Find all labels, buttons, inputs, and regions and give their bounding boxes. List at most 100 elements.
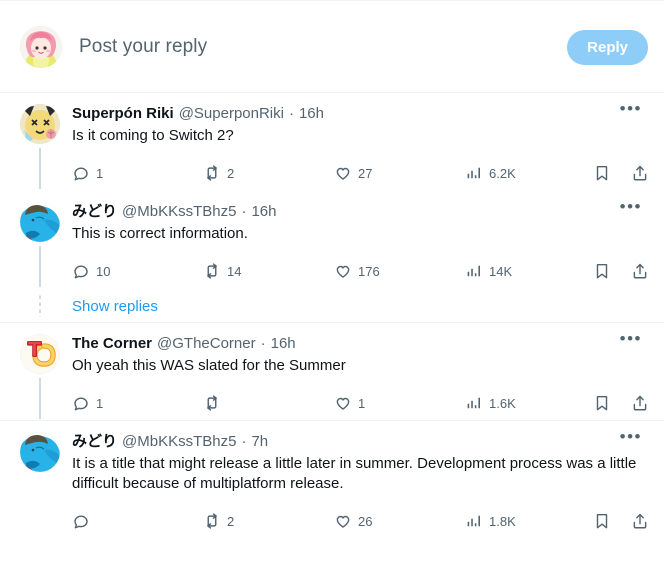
author-name[interactable]: The Corner <box>72 334 152 354</box>
author-handle[interactable]: @MbKKssTBhz5 <box>122 202 236 222</box>
more-options-icon[interactable]: ••• <box>614 100 648 117</box>
tweet-text: Oh yeah this WAS slated for the Summer <box>72 357 346 374</box>
bookmark-action[interactable] <box>593 164 611 182</box>
heart-icon <box>336 515 350 528</box>
author-name[interactable]: Superpón Riki <box>72 104 174 124</box>
tweet-header: Superpón Riki @SuperponRiki · 16h ••• <box>72 100 648 124</box>
meta-separator: · <box>260 335 266 352</box>
pink-haired-anime-girl-avatar <box>20 26 62 68</box>
author-name[interactable]: みどり <box>72 432 117 452</box>
avatar[interactable] <box>20 202 60 242</box>
meta-separator: · <box>241 203 247 220</box>
share-action[interactable] <box>631 512 649 530</box>
author-handle[interactable]: @MbKKssTBhz5 <box>122 432 236 452</box>
reply-action[interactable] <box>72 512 102 530</box>
reply-action[interactable]: 1 <box>72 394 103 412</box>
show-replies-row[interactable]: Show replies <box>0 289 664 323</box>
retweet-icon <box>207 263 217 279</box>
retweet-action[interactable]: 14 <box>203 262 241 280</box>
reply-count: 1 <box>96 165 104 181</box>
thread-connector-line <box>39 378 41 419</box>
share-action[interactable] <box>631 262 649 280</box>
tweet-item[interactable]: The Corner @GTheCorner · 16h ••• Oh yeah… <box>0 323 664 421</box>
author-handle[interactable]: @SuperponRiki <box>179 104 284 124</box>
like-count: 176 <box>358 263 380 279</box>
timestamp[interactable]: 16h <box>251 202 276 222</box>
like-count: 26 <box>358 513 373 529</box>
retweet-count: 14 <box>227 263 242 279</box>
views-action[interactable]: 14K <box>465 262 512 280</box>
share-upload-icon <box>633 395 647 411</box>
share-action[interactable] <box>631 394 649 412</box>
views-action[interactable]: 1.6K <box>465 394 516 412</box>
reply-count: 10 <box>96 263 111 279</box>
like-action[interactable]: 176 <box>334 262 380 280</box>
retweet-icon <box>207 513 217 529</box>
avatar-gutter <box>20 432 60 537</box>
tweet-action-bar: 10 14 176 14K <box>72 255 648 287</box>
tweet-body: The Corner @GTheCorner · 16h ••• Oh yeah… <box>60 330 652 419</box>
views-action[interactable]: 1.8K <box>465 512 516 530</box>
avatar[interactable] <box>20 334 60 374</box>
bookmark-action[interactable] <box>593 394 611 412</box>
tweet-text: It is a title that might release a littl… <box>72 455 641 492</box>
tweet-item[interactable]: みどり @MbKKssTBhz5 · 16h ••• This is corre… <box>0 191 664 289</box>
retweet-count: 2 <box>227 513 235 529</box>
bookmark-icon <box>596 263 608 279</box>
thread-dotted-gutter <box>20 295 60 317</box>
avatar[interactable] <box>20 104 60 144</box>
like-action[interactable]: 26 <box>334 512 372 530</box>
views-action[interactable]: 6.2K <box>465 164 516 182</box>
timestamp[interactable]: 16h <box>271 334 296 354</box>
tweet-item[interactable]: みどり @MbKKssTBhz5 · 7h ••• It is a title … <box>0 421 664 539</box>
bookmark-action[interactable] <box>593 262 611 280</box>
reply-bubble-icon <box>74 265 88 279</box>
pokemon-scribble-avatar <box>20 104 60 144</box>
timestamp[interactable]: 7h <box>251 432 268 452</box>
blue-anime-character-avatar <box>20 202 60 242</box>
like-action[interactable]: 27 <box>334 164 372 182</box>
tc-logo-avatar <box>20 334 60 374</box>
show-replies-link[interactable]: Show replies <box>72 298 158 315</box>
compose-placeholder-text[interactable]: Post your reply <box>79 36 567 58</box>
reply-button[interactable]: Reply <box>567 29 648 65</box>
author-handle[interactable]: @GTheCorner <box>157 334 256 354</box>
reply-bubble-icon <box>74 515 88 529</box>
views-count: 6.2K <box>489 165 516 181</box>
views-bar-chart-icon <box>467 397 480 409</box>
like-action[interactable]: 1 <box>334 394 365 412</box>
bookmark-action[interactable] <box>593 512 611 530</box>
tweet-body: Superpón Riki @SuperponRiki · 16h ••• Is… <box>60 100 652 189</box>
retweet-icon <box>207 165 217 181</box>
reply-action[interactable]: 10 <box>72 262 110 280</box>
retweet-action[interactable]: 2 <box>203 164 234 182</box>
author-name[interactable]: みどり <box>72 202 117 222</box>
bookmark-icon <box>596 513 608 529</box>
reply-action[interactable]: 1 <box>72 164 103 182</box>
thread-connector-line <box>39 148 41 189</box>
more-options-icon[interactable]: ••• <box>614 330 648 347</box>
share-action[interactable] <box>631 164 649 182</box>
retweet-count: 2 <box>227 165 235 181</box>
tweet-header: The Corner @GTheCorner · 16h ••• <box>72 330 648 354</box>
more-options-icon[interactable]: ••• <box>614 198 648 215</box>
heart-icon <box>336 265 350 278</box>
avatar[interactable] <box>20 432 60 472</box>
thread-dotted-line <box>39 295 41 317</box>
more-options-icon[interactable]: ••• <box>614 428 648 445</box>
retweet-action[interactable] <box>203 394 233 412</box>
tweet-header: みどり @MbKKssTBhz5 · 7h ••• <box>72 428 648 452</box>
avatar-gutter <box>20 104 60 189</box>
heart-icon <box>336 397 350 410</box>
views-count: 1.6K <box>489 395 516 411</box>
timestamp[interactable]: 16h <box>299 104 324 124</box>
tweet-item[interactable]: Superpón Riki @SuperponRiki · 16h ••• Is… <box>0 93 664 191</box>
views-bar-chart-icon <box>467 265 480 277</box>
compose-reply-bar: Post your reply Reply <box>0 0 664 93</box>
retweet-action[interactable]: 2 <box>203 512 234 530</box>
avatar[interactable] <box>20 26 62 68</box>
avatar-gutter <box>20 334 60 419</box>
reply-bubble-icon <box>74 167 88 181</box>
tweet-header: みどり @MbKKssTBhz5 · 16h ••• <box>72 198 648 222</box>
tweet-body: みどり @MbKKssTBhz5 · 16h ••• This is corre… <box>60 198 652 287</box>
